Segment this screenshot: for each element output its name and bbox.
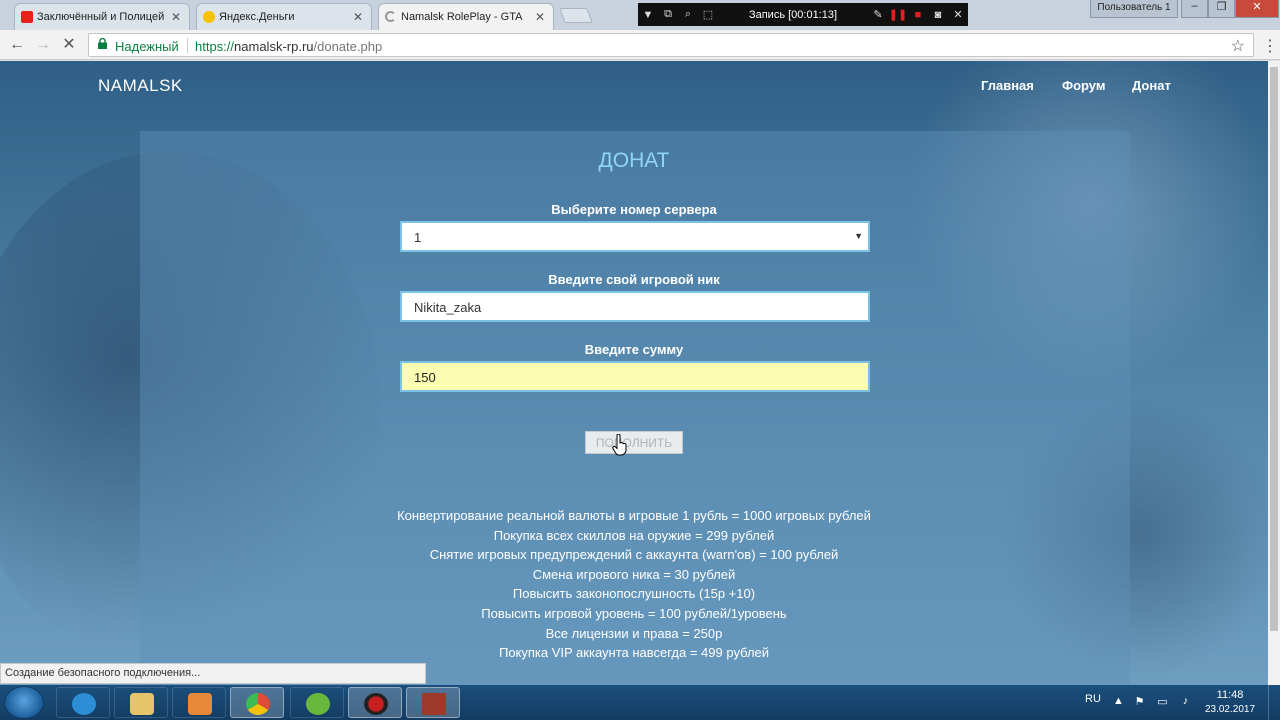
scrollbar-thumb[interactable] <box>1270 67 1278 631</box>
amount-input[interactable]: 150 <box>400 361 870 392</box>
price-line: Конвертирование реальной валюты в игровы… <box>397 508 871 523</box>
taskbar-utorrent[interactable] <box>290 687 344 718</box>
action-center-flag-icon[interactable]: ⚑ <box>1133 695 1146 708</box>
browser-tab-2[interactable]: Яндекс.Деньги ✕ <box>196 3 372 30</box>
nick-input-value: Nikita_zaka <box>414 300 482 315</box>
youtube-icon <box>21 11 33 23</box>
record-icon <box>364 693 388 715</box>
user-badge[interactable]: Пользователь 1 <box>1090 0 1178 18</box>
back-arrow-icon[interactable]: ← <box>6 34 28 56</box>
nav-link-home[interactable]: Главная <box>981 78 1034 93</box>
minimize-button[interactable]: – <box>1181 0 1208 18</box>
chrome-icon <box>246 693 270 715</box>
window-icon[interactable]: ⧉ <box>658 8 678 21</box>
stop-icon[interactable]: ■ <box>908 9 928 21</box>
internet-explorer-icon <box>72 693 96 715</box>
pen-icon[interactable]: ✎ <box>868 8 888 21</box>
url-path: /donate.php <box>313 39 383 54</box>
loading-spinner-icon <box>385 11 396 22</box>
zoom-icon[interactable]: ⌕ <box>678 8 698 21</box>
divider <box>187 38 188 53</box>
taskbar-recorder[interactable] <box>348 687 402 718</box>
minecraft-icon <box>422 693 446 715</box>
language-indicator[interactable]: RU <box>1085 693 1101 705</box>
close-icon[interactable]: ✕ <box>948 8 968 21</box>
server-select[interactable]: 1 ▼ <box>400 221 870 252</box>
address-bar[interactable]: Надежный https://namalsk-rp.ru/donate.ph… <box>88 33 1254 57</box>
recording-time: Запись [00:01:13] <box>748 8 838 21</box>
nav-link-forum[interactable]: Форум <box>1062 78 1105 93</box>
nav-link-donate[interactable]: Донат <box>1132 78 1171 93</box>
price-line: Повысить законопослушность (15р +10) <box>512 586 756 601</box>
price-line: Повысить игровой уровень = 100 рублей/1у… <box>481 606 787 621</box>
pause-icon[interactable]: ❚❚ <box>888 8 908 21</box>
recorder-toolbar: ▼ ⧉ ⌕ ⬚ Запись [00:01:13] ✎ ❚❚ ■ ◙ ✕ <box>638 3 968 26</box>
url-host: namalsk-rp.ru <box>234 39 314 54</box>
hand-cursor-icon <box>612 434 627 456</box>
site-logo[interactable]: NAMALSK <box>98 76 183 96</box>
url-text[interactable]: https://namalsk-rp.ru/donate.php <box>195 39 382 54</box>
amount-input-value: 150 <box>414 370 436 385</box>
taskbar-internet-explorer[interactable] <box>56 687 110 718</box>
browser-tab-strip: Заключённый и Полицей ✕ Яндекс.Деньги ✕ … <box>0 0 1280 31</box>
folder-icon <box>130 693 154 715</box>
taskbar-media-player[interactable] <box>172 687 226 718</box>
tab-close-icon[interactable]: ✕ <box>535 10 545 24</box>
network-icon[interactable]: ▭ <box>1156 695 1169 708</box>
maximize-button[interactable]: ❐ <box>1208 0 1235 18</box>
nick-label: Введите свой игровой ник <box>548 272 720 287</box>
clock-time[interactable]: 11:48 <box>1208 689 1252 701</box>
chevron-down-icon: ▼ <box>854 231 863 241</box>
security-label: Надежный <box>115 39 179 54</box>
price-line: Снятие игровых предупреждений с аккаунта… <box>429 547 839 562</box>
tab-close-icon[interactable]: ✕ <box>171 10 181 24</box>
server-select-value: 1 <box>414 230 422 245</box>
region-icon[interactable]: ⬚ <box>698 8 718 21</box>
start-button[interactable] <box>4 686 44 719</box>
nick-input[interactable]: Nikita_zaka <box>400 291 870 322</box>
price-line: Все лицензии и права = 250р <box>545 626 723 641</box>
amount-label: Введите сумму <box>584 342 684 357</box>
media-player-icon <box>188 693 212 715</box>
yandex-money-icon <box>203 11 215 23</box>
utorrent-icon <box>306 693 330 715</box>
tab-close-icon[interactable]: ✕ <box>353 10 363 24</box>
show-desktop-button[interactable] <box>1268 685 1280 720</box>
taskbar-file-explorer[interactable] <box>114 687 168 718</box>
page-title: ДОНАТ <box>598 149 670 172</box>
browser-toolbar: ← → ✕ Надежный https://namalsk-rp.ru/don… <box>0 30 1280 60</box>
stop-loading-icon[interactable]: ✕ <box>58 34 80 56</box>
volume-icon[interactable]: ♪ <box>1179 695 1192 708</box>
url-scheme: https:// <box>195 39 235 54</box>
price-line: Покупка всех скиллов на оружие = 299 руб… <box>493 528 775 543</box>
page-viewport: NAMALSK Главная Форум Донат ДОНАТ Выбери… <box>0 61 1268 685</box>
taskbar-minecraft[interactable] <box>406 687 460 718</box>
dropdown-icon[interactable]: ▼ <box>638 9 658 21</box>
status-bubble: Создание безопасного подключения... <box>0 663 426 684</box>
lock-icon <box>98 38 107 49</box>
browser-menu-icon[interactable]: ⋮ <box>1262 36 1278 56</box>
browser-tab-1[interactable]: Заключённый и Полицей ✕ <box>14 3 190 30</box>
price-line: Покупка VIP аккаунта навсегда = 499 рубл… <box>498 645 770 660</box>
server-label: Выберите номер сервера <box>551 202 717 217</box>
new-tab-button[interactable] <box>559 8 593 23</box>
clock-date[interactable]: 23.02.2017 <box>1200 704 1260 715</box>
tab-title: Namalsk RolePlay - GTA <box>401 11 523 23</box>
camera-icon[interactable]: ◙ <box>928 9 948 21</box>
window-close-button[interactable]: ✕ <box>1235 0 1279 18</box>
forward-arrow-icon[interactable]: → <box>32 34 54 56</box>
price-line: Смена игрового ника = 30 рублей <box>532 567 736 582</box>
browser-tab-3[interactable]: Namalsk RolePlay - GTA ✕ <box>378 3 554 31</box>
topup-button[interactable]: ПОПОЛНИТЬ <box>585 431 683 454</box>
bookmark-star-icon[interactable]: ☆ <box>1231 36 1245 56</box>
tab-title: Заключённый и Полицей <box>37 11 165 23</box>
windows-taskbar: RU ▲ ⚑ ▭ ♪ 11:48 23.02.2017 <box>0 685 1280 720</box>
page-scrollbar[interactable] <box>1268 61 1280 685</box>
tab-title: Яндекс.Деньги <box>219 11 295 23</box>
show-hidden-icons-icon[interactable]: ▲ <box>1112 695 1125 708</box>
taskbar-chrome[interactable] <box>230 687 284 718</box>
